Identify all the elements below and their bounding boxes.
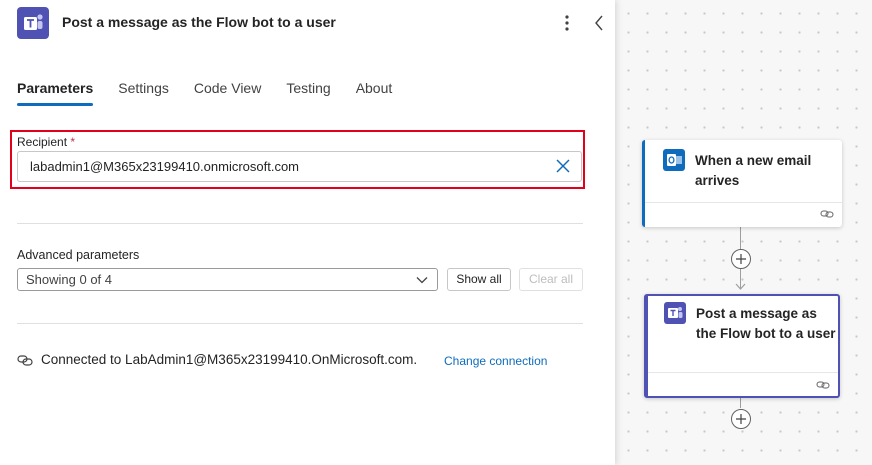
required-marker: * xyxy=(70,135,76,149)
trigger-card[interactable]: When a new email arrives xyxy=(642,140,842,227)
tab-testing[interactable]: Testing xyxy=(286,80,330,104)
teams-icon xyxy=(664,302,686,324)
recipient-label-text: Recipient xyxy=(17,135,68,149)
show-all-button[interactable]: Show all xyxy=(447,268,511,291)
add-step-button[interactable] xyxy=(731,249,751,269)
connection-icon xyxy=(17,355,33,366)
divider xyxy=(648,372,838,373)
tab-about[interactable]: About xyxy=(356,80,393,104)
tab-list: Parameters Settings Code View Testing Ab… xyxy=(17,80,417,106)
connector-line xyxy=(740,398,741,408)
more-options-button[interactable] xyxy=(556,12,578,34)
teams-icon xyxy=(17,7,49,39)
tab-code-view[interactable]: Code View xyxy=(194,80,261,104)
trigger-card-title: When a new email arrives xyxy=(695,153,812,188)
section-divider xyxy=(17,323,583,324)
collapse-panel-button[interactable] xyxy=(589,12,609,34)
chevron-down-icon xyxy=(416,277,428,284)
add-step-button[interactable] xyxy=(731,409,751,429)
clear-all-button[interactable]: Clear all xyxy=(519,268,583,291)
link-icon xyxy=(816,381,830,389)
recipient-input[interactable]: labadmin1@M365x23199410.onmicrosoft.com xyxy=(17,151,582,182)
link-icon xyxy=(820,210,834,218)
advanced-select-value: Showing 0 of 4 xyxy=(26,272,113,287)
outlook-icon xyxy=(663,149,685,171)
plus-icon xyxy=(736,254,746,264)
clear-recipient-button[interactable] xyxy=(553,156,573,176)
details-panel: Post a message as the Flow bot to a user… xyxy=(0,0,615,465)
connection-status: Connected to LabAdmin1@M365x23199410.OnM… xyxy=(41,352,418,367)
arrow-down-icon xyxy=(735,283,746,290)
action-card[interactable]: Post a message as the Flow bot to a user xyxy=(644,294,840,398)
action-card-title: Post a message as the Flow bot to a user xyxy=(696,306,836,341)
tab-parameters[interactable]: Parameters xyxy=(17,80,94,106)
section-divider xyxy=(17,223,583,224)
advanced-parameters-label: Advanced parameters xyxy=(17,248,140,262)
close-icon xyxy=(556,159,570,173)
advanced-parameters-select[interactable]: Showing 0 of 4 xyxy=(17,268,438,291)
tab-settings[interactable]: Settings xyxy=(118,80,169,104)
divider xyxy=(645,202,842,203)
recipient-label: Recipient * xyxy=(17,135,75,149)
panel-title: Post a message as the Flow bot to a user xyxy=(62,14,336,30)
recipient-value: labadmin1@M365x23199410.onmicrosoft.com xyxy=(30,159,300,174)
chevron-left-icon xyxy=(595,15,603,31)
change-connection-link[interactable]: Change connection xyxy=(444,354,547,368)
connector-line xyxy=(740,227,741,249)
plus-icon xyxy=(736,414,746,424)
more-vertical-icon xyxy=(565,15,569,31)
